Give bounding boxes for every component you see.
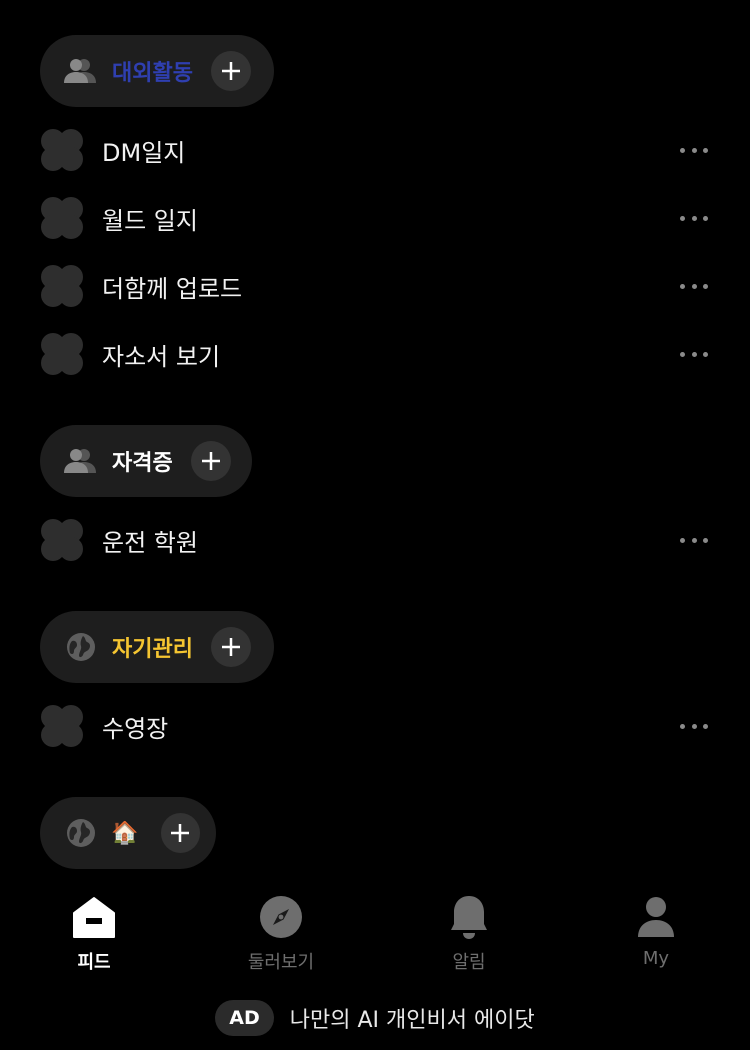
globe-icon <box>64 816 97 850</box>
list-item[interactable]: 더함께 업로드 <box>40 262 712 310</box>
list-item[interactable]: 운전 학원 <box>40 516 712 564</box>
item-label: DM일지 <box>102 138 186 167</box>
user-icon <box>633 894 679 940</box>
tab-bar: 피드 둘러보기 알림 My <box>0 880 750 990</box>
more-button[interactable] <box>676 140 712 160</box>
tab-my[interactable]: My <box>586 894 726 984</box>
item-label: 자소서 보기 <box>102 342 221 371</box>
ad-badge: AD <box>215 1000 274 1036</box>
plus-icon <box>221 62 240 80</box>
clover-icon <box>41 197 83 239</box>
bell-icon <box>446 894 492 940</box>
plus-icon <box>201 452 220 470</box>
tab-label: My <box>642 948 670 969</box>
add-item-button[interactable] <box>160 813 200 853</box>
tab-notifications[interactable]: 알림 <box>399 894 539 984</box>
clover-icon <box>41 705 83 747</box>
tab-label: 피드 <box>77 952 111 973</box>
more-button[interactable] <box>676 276 712 296</box>
group-name: 대외활동 <box>112 61 193 86</box>
group-header-3[interactable]: 🏠 <box>40 797 216 869</box>
tab-label: 둘러보기 <box>247 952 315 973</box>
tab-feed[interactable]: 피드 <box>24 894 164 984</box>
group-header-0[interactable]: 대외활동 <box>40 35 274 107</box>
list-item[interactable]: DM일지 <box>40 126 712 174</box>
list-item[interactable]: 수영장 <box>40 702 712 750</box>
item-label: 수영장 <box>102 714 169 743</box>
tab-explore[interactable]: 둘러보기 <box>211 894 351 984</box>
list-item[interactable]: 자소서 보기 <box>40 330 712 378</box>
ad-banner[interactable]: AD 나만의 AI 개인비서 에이닷 <box>0 996 750 1040</box>
more-button[interactable] <box>676 716 712 736</box>
item-label: 운전 학원 <box>102 528 198 557</box>
home-icon <box>71 894 117 940</box>
group-name: 자격증 <box>112 451 173 476</box>
more-button[interactable] <box>676 344 712 364</box>
add-item-button[interactable] <box>210 627 251 667</box>
item-label: 월드 일지 <box>102 206 198 235</box>
item-label: 더함께 업로드 <box>102 274 243 303</box>
people-icon <box>64 444 98 478</box>
feed-screen: 대외활동 DM일지 월드 일지 더함께 업로드 자소서 보기 자격증 운전 학원… <box>0 0 750 1050</box>
more-button[interactable] <box>676 208 712 228</box>
group-header-2[interactable]: 자기관리 <box>40 611 274 683</box>
plus-icon <box>221 638 240 656</box>
tab-label: 알림 <box>452 952 486 973</box>
clover-icon <box>41 129 83 171</box>
list-item[interactable]: 월드 일지 <box>40 194 712 242</box>
clover-icon <box>41 265 83 307</box>
plus-icon <box>171 824 190 842</box>
add-item-button[interactable] <box>210 51 251 91</box>
group-name: 자기관리 <box>112 637 193 662</box>
group-header-1[interactable]: 자격증 <box>40 425 252 497</box>
people-icon <box>64 54 98 88</box>
ad-text: 나만의 AI 개인비서 에이닷 <box>289 1008 535 1033</box>
group-name: 🏠 <box>111 820 139 846</box>
clover-icon <box>41 333 83 375</box>
add-item-button[interactable] <box>190 441 231 481</box>
more-button[interactable] <box>676 530 712 550</box>
clover-icon <box>41 519 83 561</box>
compass-icon <box>258 894 304 940</box>
globe-icon <box>64 630 98 664</box>
